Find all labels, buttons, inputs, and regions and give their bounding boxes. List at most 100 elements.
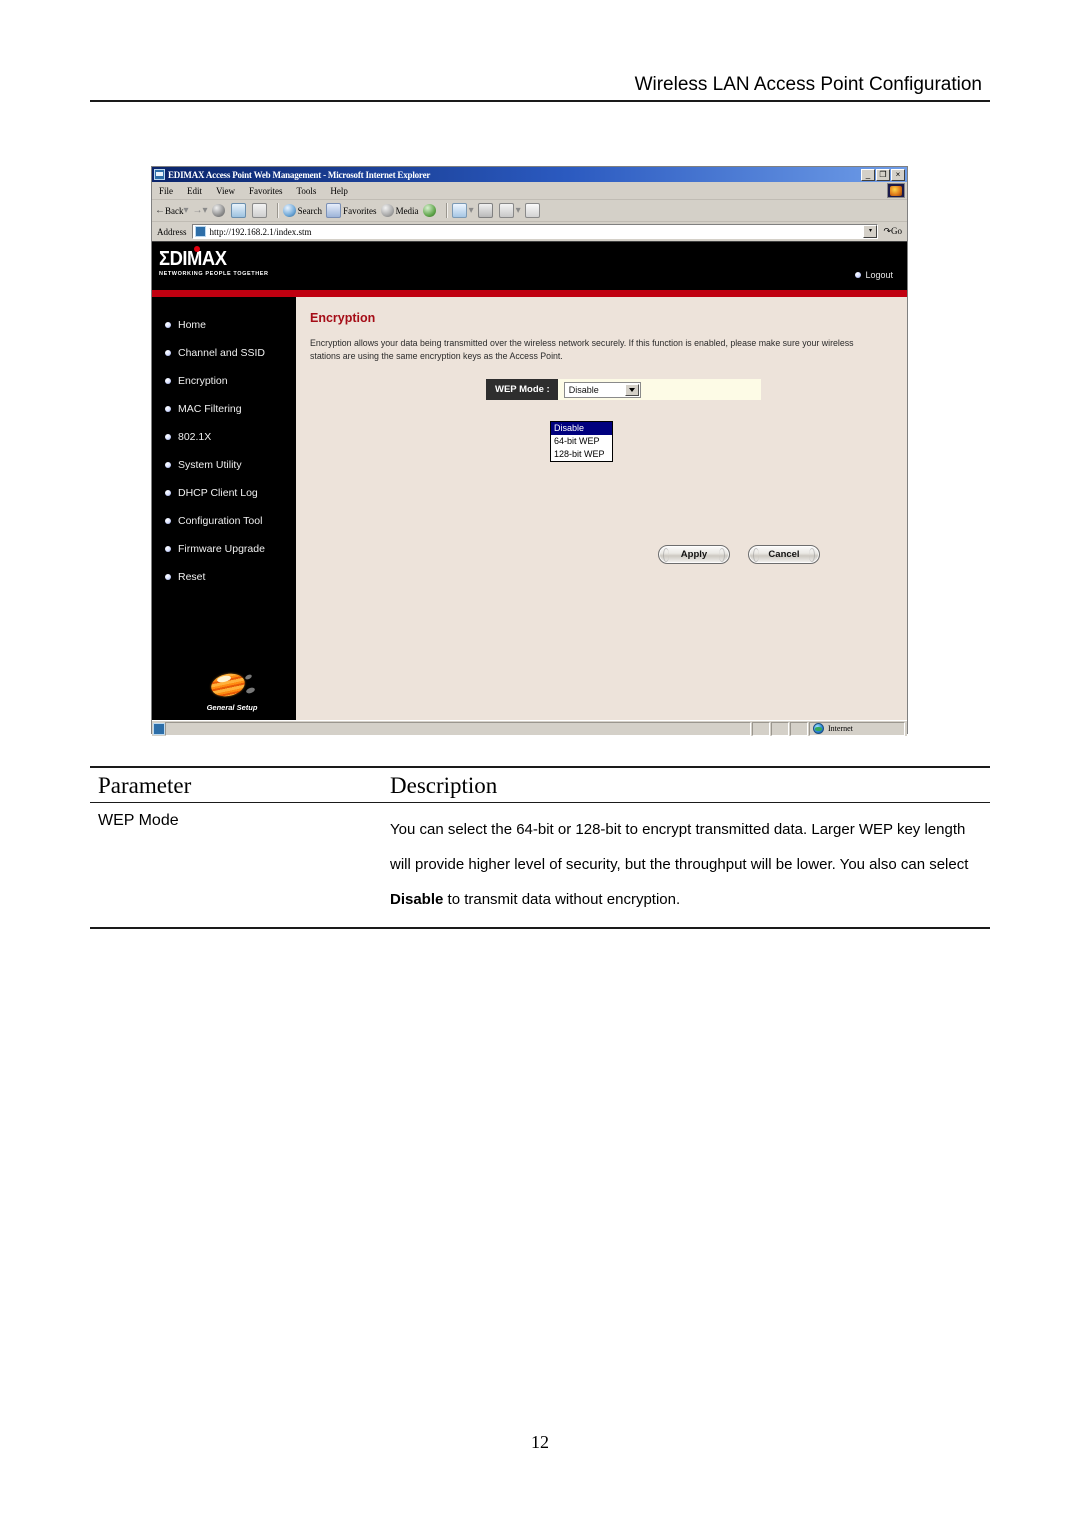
chevron-down-icon[interactable]: [624, 383, 639, 396]
sidebar-item-dhcp-client-log[interactable]: DHCP Client Log: [152, 479, 296, 507]
history-icon: [422, 204, 436, 217]
toolbar-media-label: Media: [395, 205, 419, 216]
toolbar-print-button[interactable]: [477, 203, 495, 218]
page-title: Encryption: [310, 311, 376, 325]
toolbar-forward-button[interactable]: → ▾: [193, 205, 208, 216]
toolbar-stop-button[interactable]: [211, 204, 227, 217]
parameter-description-table: Parameter Description WEP Mode You can s…: [90, 766, 990, 929]
menu-item-help[interactable]: Help: [323, 186, 355, 196]
sidebar-item-8021x[interactable]: 802.1X: [152, 423, 296, 451]
media-icon: [380, 204, 394, 217]
favorites-star-icon: [326, 203, 342, 218]
address-dropdown-button[interactable]: ▾: [863, 225, 878, 238]
main-content: Encryption Encryption allows your data b…: [296, 297, 907, 720]
browser-titlebar: EDIMAX Access Point Web Management - Mic…: [152, 167, 907, 182]
description-text-bold: Disable: [390, 891, 444, 908]
row-description: You can select the 64-bit or 128-bit to …: [390, 812, 990, 917]
restore-button[interactable]: ❐: [876, 168, 890, 181]
page-header: Wireless LAN Access Point Configuration: [90, 72, 990, 102]
menu-item-edit[interactable]: Edit: [180, 186, 209, 196]
wep-mode-option-64-bit-wep[interactable]: 64-bit WEP: [551, 435, 612, 448]
chevron-down-icon[interactable]: ▾: [469, 205, 474, 216]
description-text-part2: to transmit data without encryption.: [443, 891, 681, 908]
toolbar-back-button[interactable]: ← Back ▾: [155, 205, 189, 216]
sidebar-item-encryption[interactable]: Encryption: [152, 367, 296, 395]
statusbar-zone-label: Internet: [828, 724, 853, 733]
sidebar-item-system-utility[interactable]: System Utility: [152, 451, 296, 479]
edit-icon: [498, 203, 514, 218]
general-setup-icon: [209, 670, 256, 701]
sidebar-item-label: Firmware Upgrade: [178, 543, 265, 555]
statusbar-pane-1: [752, 721, 770, 736]
toolbar-refresh-button[interactable]: [230, 203, 248, 218]
cancel-button[interactable]: Cancel: [748, 545, 820, 564]
go-button[interactable]: ↷Go: [878, 226, 905, 237]
minimize-button[interactable]: _: [861, 168, 875, 181]
toolbar-search-button[interactable]: Search: [282, 204, 323, 217]
sidebar-item-label: Configuration Tool: [178, 515, 263, 527]
wep-mode-option-disable[interactable]: Disable: [551, 422, 612, 435]
ie-document-icon: [154, 169, 165, 180]
sidebar-item-home[interactable]: Home: [152, 311, 296, 339]
globe-icon: [813, 723, 824, 734]
menu-item-favorites[interactable]: Favorites: [242, 186, 290, 196]
sidebar-item-configuration-tool[interactable]: Configuration Tool: [152, 507, 296, 535]
wep-mode-option-128-bit-wep[interactable]: 128-bit WEP: [551, 448, 612, 461]
browser-window-title: EDIMAX Access Point Web Management - Mic…: [168, 169, 431, 180]
bullet-icon: [165, 490, 171, 496]
toolbar-edit-button[interactable]: ▾: [498, 203, 521, 218]
toolbar-home-button[interactable]: [251, 203, 269, 218]
close-button[interactable]: ×: [891, 168, 905, 181]
bullet-icon: [165, 406, 171, 412]
address-input[interactable]: http://192.168.2.1/index.stm ▾: [191, 224, 879, 239]
page-description: Encryption allows your data being transm…: [310, 338, 854, 361]
column-header-description: Description: [390, 773, 498, 798]
edimax-tagline: NETWORKING PEOPLE TOGETHER: [159, 271, 269, 277]
chevron-down-icon[interactable]: ▾: [203, 205, 208, 216]
page-number: 12: [531, 1432, 549, 1452]
wep-mode-selected-value: Disable: [568, 384, 599, 395]
address-label: Address: [157, 226, 187, 237]
general-setup-label: General Setup: [206, 703, 258, 712]
toolbar-separator: [445, 203, 448, 218]
sidebar-item-channel-and-ssid[interactable]: Channel and SSID: [152, 339, 296, 367]
toolbar-discuss-button[interactable]: [524, 203, 542, 218]
description-text-part1: You can select the 64-bit or 128-bit to …: [390, 821, 969, 873]
sidebar-item-label: Encryption: [178, 375, 228, 387]
bullet-icon: [165, 518, 171, 524]
menu-item-file[interactable]: File: [152, 186, 180, 196]
mail-icon: [451, 203, 467, 218]
sidebar-item-reset[interactable]: Reset: [152, 563, 296, 591]
toolbar-mail-button[interactable]: ▾: [451, 203, 474, 218]
toolbar-search-label: Search: [297, 205, 323, 216]
edimax-logo-dot-icon: [194, 246, 200, 252]
toolbar-media-button[interactable]: Media: [380, 204, 419, 217]
print-icon: [477, 203, 493, 218]
chevron-down-icon[interactable]: ▾: [184, 205, 189, 216]
back-arrow-icon: ←: [155, 205, 165, 216]
toolbar-history-button[interactable]: [422, 204, 438, 217]
column-header-parameter: Parameter: [98, 773, 192, 798]
sidebar-item-label: Reset: [178, 571, 206, 583]
edimax-logo: ΣDIMAX NETWORKING PEOPLE TOGETHER: [159, 246, 279, 277]
logout-link[interactable]: Logout: [855, 270, 893, 280]
sidebar-item-label: Home: [178, 319, 207, 331]
sidebar: Home Channel and SSID Encryption MAC Fil…: [152, 297, 296, 720]
bullet-icon: [165, 322, 171, 328]
ie-brand-logo-icon: [887, 183, 905, 198]
menu-item-view[interactable]: View: [209, 186, 242, 196]
toolbar-favorites-button[interactable]: Favorites: [326, 203, 377, 218]
sidebar-item-firmware-upgrade[interactable]: Firmware Upgrade: [152, 535, 296, 563]
wep-mode-option-list[interactable]: Disable 64-bit WEP 128-bit WEP: [550, 421, 613, 462]
sidebar-item-label: MAC Filtering: [178, 403, 242, 415]
chevron-down-icon[interactable]: ▾: [516, 205, 521, 216]
browser-window-screenshot: EDIMAX Access Point Web Management - Mic…: [151, 166, 908, 736]
logout-label: Logout: [865, 270, 893, 280]
toolbar-separator: [276, 203, 279, 218]
wep-mode-select[interactable]: Disable: [563, 381, 641, 398]
apply-button[interactable]: Apply: [658, 545, 730, 564]
search-icon: [282, 204, 296, 217]
statusbar-zone[interactable]: Internet: [809, 721, 905, 736]
sidebar-item-mac-filtering[interactable]: MAC Filtering: [152, 395, 296, 423]
menu-item-tools[interactable]: Tools: [289, 186, 323, 196]
